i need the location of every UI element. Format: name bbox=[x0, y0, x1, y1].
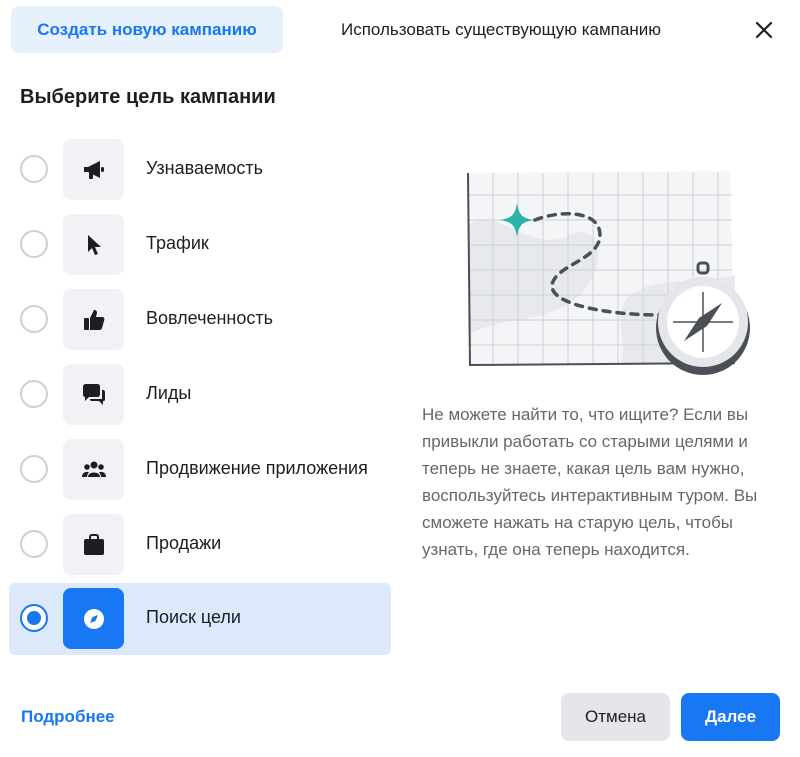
thumbs-up-icon bbox=[83, 309, 104, 330]
close-icon bbox=[755, 21, 773, 39]
radio-button[interactable] bbox=[20, 455, 48, 483]
objective-label: Узнаваемость bbox=[146, 158, 264, 178]
radio-button[interactable] bbox=[20, 155, 48, 183]
objective-icon-box bbox=[63, 364, 124, 425]
objective-awareness[interactable]: Узнаваемость bbox=[9, 134, 391, 206]
compass-icon bbox=[83, 608, 104, 629]
objective-label: Трафик bbox=[146, 233, 209, 253]
shopping-bag-icon bbox=[83, 533, 104, 555]
learn-more-link[interactable]: Подробнее bbox=[21, 707, 115, 727]
cancel-label: Отмена bbox=[585, 707, 646, 726]
megaphone-icon bbox=[83, 160, 104, 179]
next-button[interactable]: Далее bbox=[681, 693, 780, 741]
cursor-icon bbox=[87, 234, 101, 255]
objective-icon-box bbox=[63, 588, 124, 649]
tab-use-existing-campaign[interactable]: Использовать существующую кампанию bbox=[308, 6, 694, 53]
objective-icon-box bbox=[63, 514, 124, 575]
objective-label: Лиды bbox=[146, 383, 192, 403]
next-label: Далее bbox=[704, 707, 757, 726]
objective-engagement[interactable]: Вовлеченность bbox=[9, 284, 391, 356]
radio-button[interactable] bbox=[20, 530, 48, 558]
close-button[interactable] bbox=[748, 14, 780, 46]
radio-button[interactable] bbox=[20, 305, 48, 333]
objective-label: Продвижение приложения bbox=[146, 458, 368, 478]
cancel-button[interactable]: Отмена bbox=[561, 693, 670, 741]
section-heading: Выберите цель кампании bbox=[20, 86, 276, 108]
help-text: Не можете найти то, что ищите? Если вы п… bbox=[422, 405, 758, 559]
objective-traffic[interactable]: Трафик bbox=[9, 209, 391, 281]
objective-icon-box bbox=[63, 214, 124, 275]
radio-dot bbox=[27, 611, 41, 625]
chat-bubbles-icon bbox=[82, 383, 105, 405]
objective-app-promotion[interactable]: Продвижение приложения bbox=[9, 434, 391, 506]
objective-leads[interactable]: Лиды bbox=[9, 359, 391, 431]
objective-label: Продажи bbox=[146, 533, 222, 553]
radio-button[interactable] bbox=[20, 230, 48, 258]
objective-icon-box bbox=[63, 139, 124, 200]
objective-icon-box bbox=[63, 439, 124, 500]
objective-label: Вовлеченность bbox=[146, 308, 273, 328]
tab-create-label: Создать новую кампанию bbox=[37, 19, 257, 39]
map-illustration bbox=[467, 171, 750, 375]
people-icon bbox=[81, 461, 106, 477]
objective-sales[interactable]: Продажи bbox=[9, 509, 391, 581]
objective-label: Поиск цели bbox=[146, 607, 241, 627]
objective-find-goal[interactable]: Поиск цели bbox=[9, 583, 391, 655]
radio-button-selected[interactable] bbox=[20, 604, 48, 632]
tab-existing-label: Использовать существующую кампанию bbox=[341, 19, 661, 39]
tab-create-new-campaign[interactable]: Создать новую кампанию bbox=[11, 6, 283, 53]
objective-icon-box bbox=[63, 289, 124, 350]
radio-button[interactable] bbox=[20, 380, 48, 408]
